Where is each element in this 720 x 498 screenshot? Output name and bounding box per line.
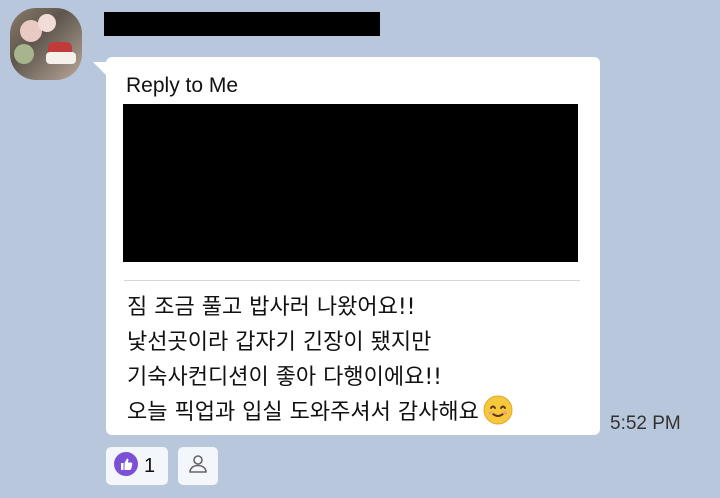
avatar-flower-shape: [38, 14, 56, 32]
sender-name-redacted: [104, 12, 380, 36]
reaction-members-button[interactable]: [178, 447, 218, 485]
reply-label[interactable]: Reply to Me: [126, 74, 238, 98]
like-count: 1: [144, 454, 156, 477]
message-line-last: 오늘 픽업과 입실 도와주셔서 감사해요: [127, 395, 597, 436]
thumbs-up-icon: [114, 451, 138, 481]
person-icon: [186, 452, 210, 481]
bubble-tail: [93, 62, 107, 76]
message-text: 짐 조금 풀고 밥사러 나왔어요!! 낯선곳이라 갑자기 긴장이 됐지만 기숙사…: [127, 290, 597, 436]
avatar-cake-base-shape: [46, 52, 76, 64]
quoted-message-redacted[interactable]: [123, 104, 578, 262]
message-line: 짐 조금 풀고 밥사러 나왔어요!!: [127, 295, 416, 320]
sender-avatar[interactable]: [10, 8, 82, 80]
smiling-face-emoji: [483, 395, 513, 436]
like-reaction-button[interactable]: 1: [106, 447, 168, 485]
message-line: 낯선곳이라 갑자기 긴장이 됐지만: [127, 330, 432, 355]
message-line-text: 오늘 픽업과 입실 도와주셔서 감사해요: [127, 400, 479, 425]
message-timestamp: 5:52 PM: [610, 413, 681, 434]
avatar-leaf-shape: [14, 44, 34, 64]
message-line: 기숙사컨디션이 좋아 다행이에요!!: [127, 365, 442, 390]
reply-divider: [124, 280, 580, 281]
